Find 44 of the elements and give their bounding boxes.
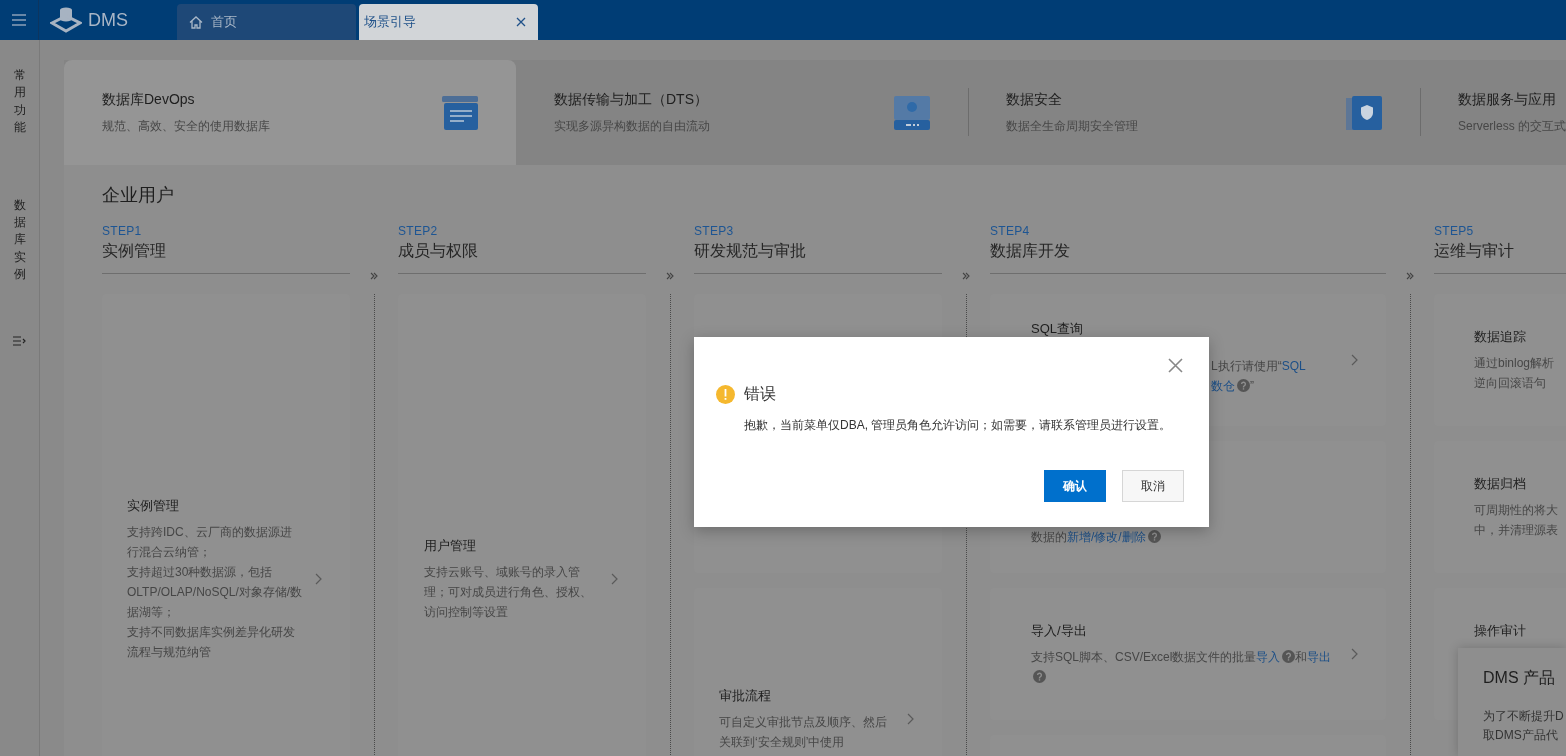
product-title: 数据安全 [1006,90,1063,109]
feature-description: L执行请使用“SQL [1211,358,1307,375]
step-title: 成员与权限 [398,241,646,274]
feature-title: 实例管理 [127,496,180,515]
product-title: 数据库DevOps [102,90,196,109]
notice-text: 为了不断提升D [1483,708,1565,725]
step-title: 数据库开发 [990,241,1386,274]
app-logo-text: DMS [88,9,128,31]
dialog-title: 错误 [744,384,776,404]
step-label: STEP4 [990,224,1031,238]
feature-description: 可周期性的将大 [1474,501,1559,519]
dialog-message: 抱歉，当前菜单仅DBA, 管理员角色允许访问；如需要，请联系管理员进行设置。 [744,417,1173,434]
product-description: 规范、高效、安全的使用数据库 [102,117,271,135]
feature-description: 数仓 ” [1211,378,1255,395]
section-title: 企业用户 [102,184,174,207]
feature-title: 审批流程 [719,686,772,705]
product-title: 数据服务与应用 [1458,90,1557,109]
product-description: Serverless 的交互式 [1458,117,1566,135]
step-title: 实例管理 [102,241,350,274]
feature-title: 操作审计 [1474,622,1527,640]
notice-title: DMS 产品 [1483,668,1556,688]
step-title: 运维与审计 [1434,241,1566,274]
step-title: 研发规范与审批 [694,241,942,274]
feature-title: SQL查询 [1031,320,1084,338]
feature-title: 导入/导出 [1031,621,1088,640]
step-label: STEP5 [1434,224,1475,238]
feature-description: 可自定义审批节点及顺序、然后关联到‘安全规则’中使用 [719,713,888,751]
feature-description: 逆向回滚语句 [1474,374,1547,392]
feature-description: 中，并清理源表 [1474,521,1559,539]
step-label: STEP3 [694,224,735,238]
feature-description: 通过binlog解析 [1474,354,1556,372]
notice-text: 取DMS产品代 [1483,727,1559,744]
feature-description: 支持不同数据库实例差异化研发流程与规范纳管 [127,623,296,661]
feature-description: 支持跨IDC、云厂商的数据源进行混合云纳管； [127,523,293,561]
feature-description: 数据的新增/修改/删除 [1031,527,1374,547]
feature-description: 支持超过30种数据源，包括OLTP/OLAP/NoSQL/对象存储/数据湖等； [127,563,303,621]
product-title: 数据传输与加工（DTS） [554,90,709,109]
feature-title: 用户管理 [424,536,477,555]
step-label: STEP2 [398,224,439,238]
step-label: STEP1 [102,224,143,238]
feature-title: 数据归档 [1474,474,1527,493]
feature-description: 支持SQL脚本、CSV/Excel数据文件的批量导入 和导出 [1031,646,1339,687]
feature-description: 支持云账号、域账号的录入管理；可对成员进行角色、授权、访问控制等设置 [424,563,593,621]
feature-title: 数据追踪 [1474,327,1527,346]
